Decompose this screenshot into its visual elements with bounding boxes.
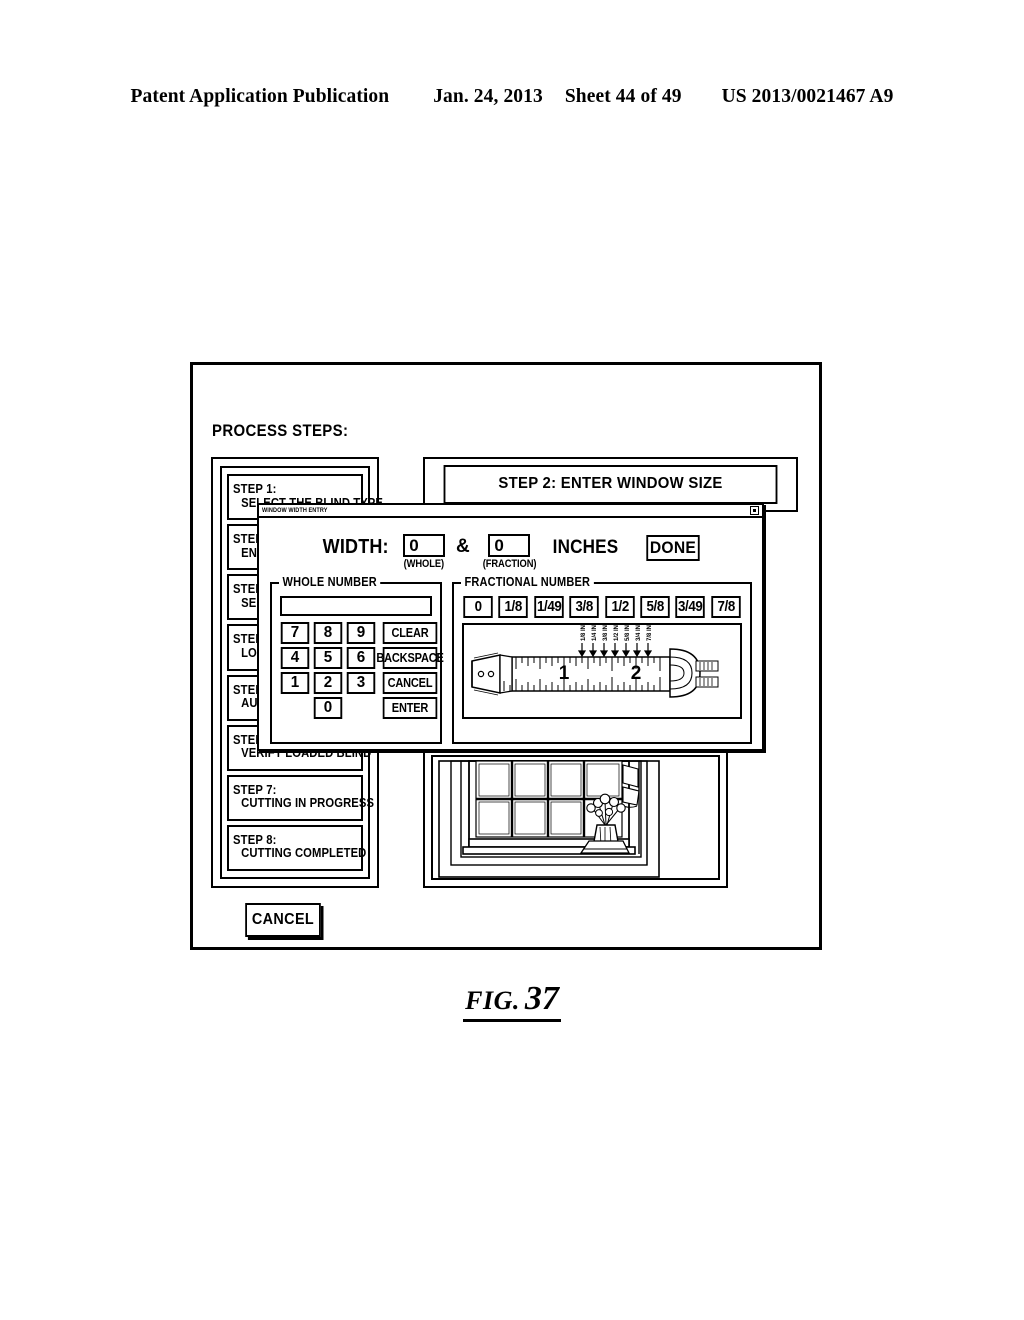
ruler-tick-label-3: 3/8 INCH	[603, 625, 609, 641]
patent-sheet: Sheet 44 of 49	[564, 86, 682, 107]
key-cancel[interactable]: CANCEL	[382, 672, 438, 694]
step-8-label: CUTTING COMPLETED	[241, 846, 367, 861]
tape-measure-illustration-frame: 1 2 1/8 INCH 1/4 INCH 3/8 INCH 1/2 INCH …	[462, 623, 742, 719]
fraction-option-3[interactable]: 3/8	[569, 596, 600, 618]
ruler-tick-label-4: 1/2 INCH	[614, 625, 620, 641]
fraction-option-0[interactable]: 0	[463, 596, 494, 618]
tape-measure-drawing: 1 2 1/8 INCH 1/4 INCH 3/8 INCH 1/2 INCH …	[464, 625, 740, 717]
fraction-option-6[interactable]: 3/49	[675, 596, 706, 618]
fraction-option-1[interactable]: 1/8	[498, 596, 529, 618]
fraction-option-4[interactable]: 1/2	[604, 596, 635, 618]
key-0[interactable]: 0	[313, 697, 343, 719]
done-button[interactable]: DONE	[646, 535, 700, 561]
keypad-spacer-right	[347, 697, 376, 719]
key-enter[interactable]: ENTER	[382, 697, 438, 719]
patent-page-header: Patent Application Publication Jan. 24, …	[0, 86, 1024, 108]
window-illustration-frame	[423, 747, 728, 888]
fraction-button-row: 0 1/8 1/49 3/8 1/2 5/8 3/49 7/8	[462, 596, 742, 618]
ampersand-separator: &	[456, 536, 470, 557]
key-4[interactable]: 4	[280, 647, 310, 669]
whole-field-group: 0 (WHOLE)	[400, 534, 448, 570]
key-1[interactable]: 1	[280, 672, 310, 694]
width-fraction-input[interactable]: 0	[488, 534, 531, 557]
ruler-tick-label-6: 3/4 INCH	[636, 625, 642, 641]
fraction-option-2[interactable]: 1/49	[534, 596, 564, 618]
inch-mark-1: 1	[559, 663, 570, 684]
step-7-label: CUTTING IN PROGRESS	[241, 796, 375, 811]
fraction-option-5[interactable]: 5/8	[640, 596, 670, 618]
window-with-flowerpot-drawing	[433, 757, 718, 878]
key-2[interactable]: 2	[313, 672, 343, 694]
key-9[interactable]: 9	[346, 622, 376, 644]
fraction-caption: (FRACTION)	[482, 558, 537, 570]
width-whole-input[interactable]: 0	[403, 534, 446, 557]
close-box-icon[interactable]	[750, 506, 759, 515]
figure-caption: FIG. 37	[0, 980, 1024, 1022]
keypad-spacer-left	[281, 697, 310, 719]
process-steps-heading: PROCESS STEPS:	[212, 421, 349, 440]
dialog-body: WHOLE NUMBER 7 8 9 CLEAR 4 5 6 BACKSPACE…	[259, 575, 762, 744]
step2-banner-label: STEP 2: ENTER WINDOW SIZE	[443, 465, 778, 504]
key-8[interactable]: 8	[313, 622, 343, 644]
key-3[interactable]: 3	[346, 672, 376, 694]
whole-number-display[interactable]	[280, 596, 432, 616]
cancel-button[interactable]: CANCEL	[245, 903, 321, 937]
fraction-field-group: 0 (FRACTION)	[478, 534, 541, 570]
figure-caption-label: FIG.	[465, 986, 520, 1015]
step-7-number: STEP 7:	[233, 782, 277, 797]
ruler-tick-label-5: 5/8 INCH	[625, 625, 631, 641]
fractional-number-group: FRACTIONAL NUMBER 0 1/8 1/49 3/8 1/2 5/8…	[452, 575, 752, 744]
key-7[interactable]: 7	[280, 622, 310, 644]
key-backspace[interactable]: BACKSPACE	[376, 647, 444, 669]
whole-caption: (WHOLE)	[404, 558, 445, 570]
key-5[interactable]: 5	[313, 647, 343, 669]
dialog-titlebar[interactable]: WINDOW WIDTH ENTRY	[259, 505, 762, 518]
numeric-keypad: 7 8 9 CLEAR 4 5 6 BACKSPACE 1 2 3 CANCEL…	[280, 622, 444, 719]
width-label: WIDTH:	[322, 536, 389, 558]
patent-number: US 2013/0021467 A9	[721, 86, 894, 107]
ruler-tick-label-2: 1/4 INCH	[592, 625, 598, 641]
inch-mark-2: 2	[631, 663, 642, 684]
window-illustration	[431, 755, 720, 880]
window-width-entry-dialog: WINDOW WIDTH ENTRY WIDTH: 0 (WHOLE) & 0 …	[257, 503, 764, 751]
inches-unit-label: INCHES	[552, 537, 619, 558]
step-8-number: STEP 8:	[233, 832, 277, 847]
width-entry-row: WIDTH: 0 (WHOLE) & 0 (FRACTION) INCHES D…	[259, 534, 762, 570]
figure-number: 37	[524, 980, 559, 1017]
process-step-8[interactable]: STEP 8: CUTTING COMPLETED	[227, 824, 367, 871]
fractional-number-legend: FRACTIONAL NUMBER	[461, 575, 594, 589]
whole-number-group: WHOLE NUMBER 7 8 9 CLEAR 4 5 6 BACKSPACE…	[270, 575, 444, 744]
dialog-title: WINDOW WIDTH ENTRY	[262, 507, 328, 514]
fraction-option-7[interactable]: 7/8	[710, 596, 741, 618]
ruler-tick-label-7: 7/8 INCH	[647, 625, 653, 641]
whole-number-legend: WHOLE NUMBER	[279, 575, 381, 589]
process-step-7[interactable]: STEP 7: CUTTING IN PROGRESS	[227, 774, 375, 821]
key-6[interactable]: 6	[346, 647, 376, 669]
step-1-number: STEP 1:	[233, 482, 277, 497]
patent-date: Jan. 24, 2013	[433, 86, 543, 107]
ruler-tick-label-1: 1/8 INCH	[581, 625, 587, 641]
key-clear[interactable]: CLEAR	[382, 622, 438, 644]
patent-publication-label: Patent Application Publication	[130, 86, 390, 107]
